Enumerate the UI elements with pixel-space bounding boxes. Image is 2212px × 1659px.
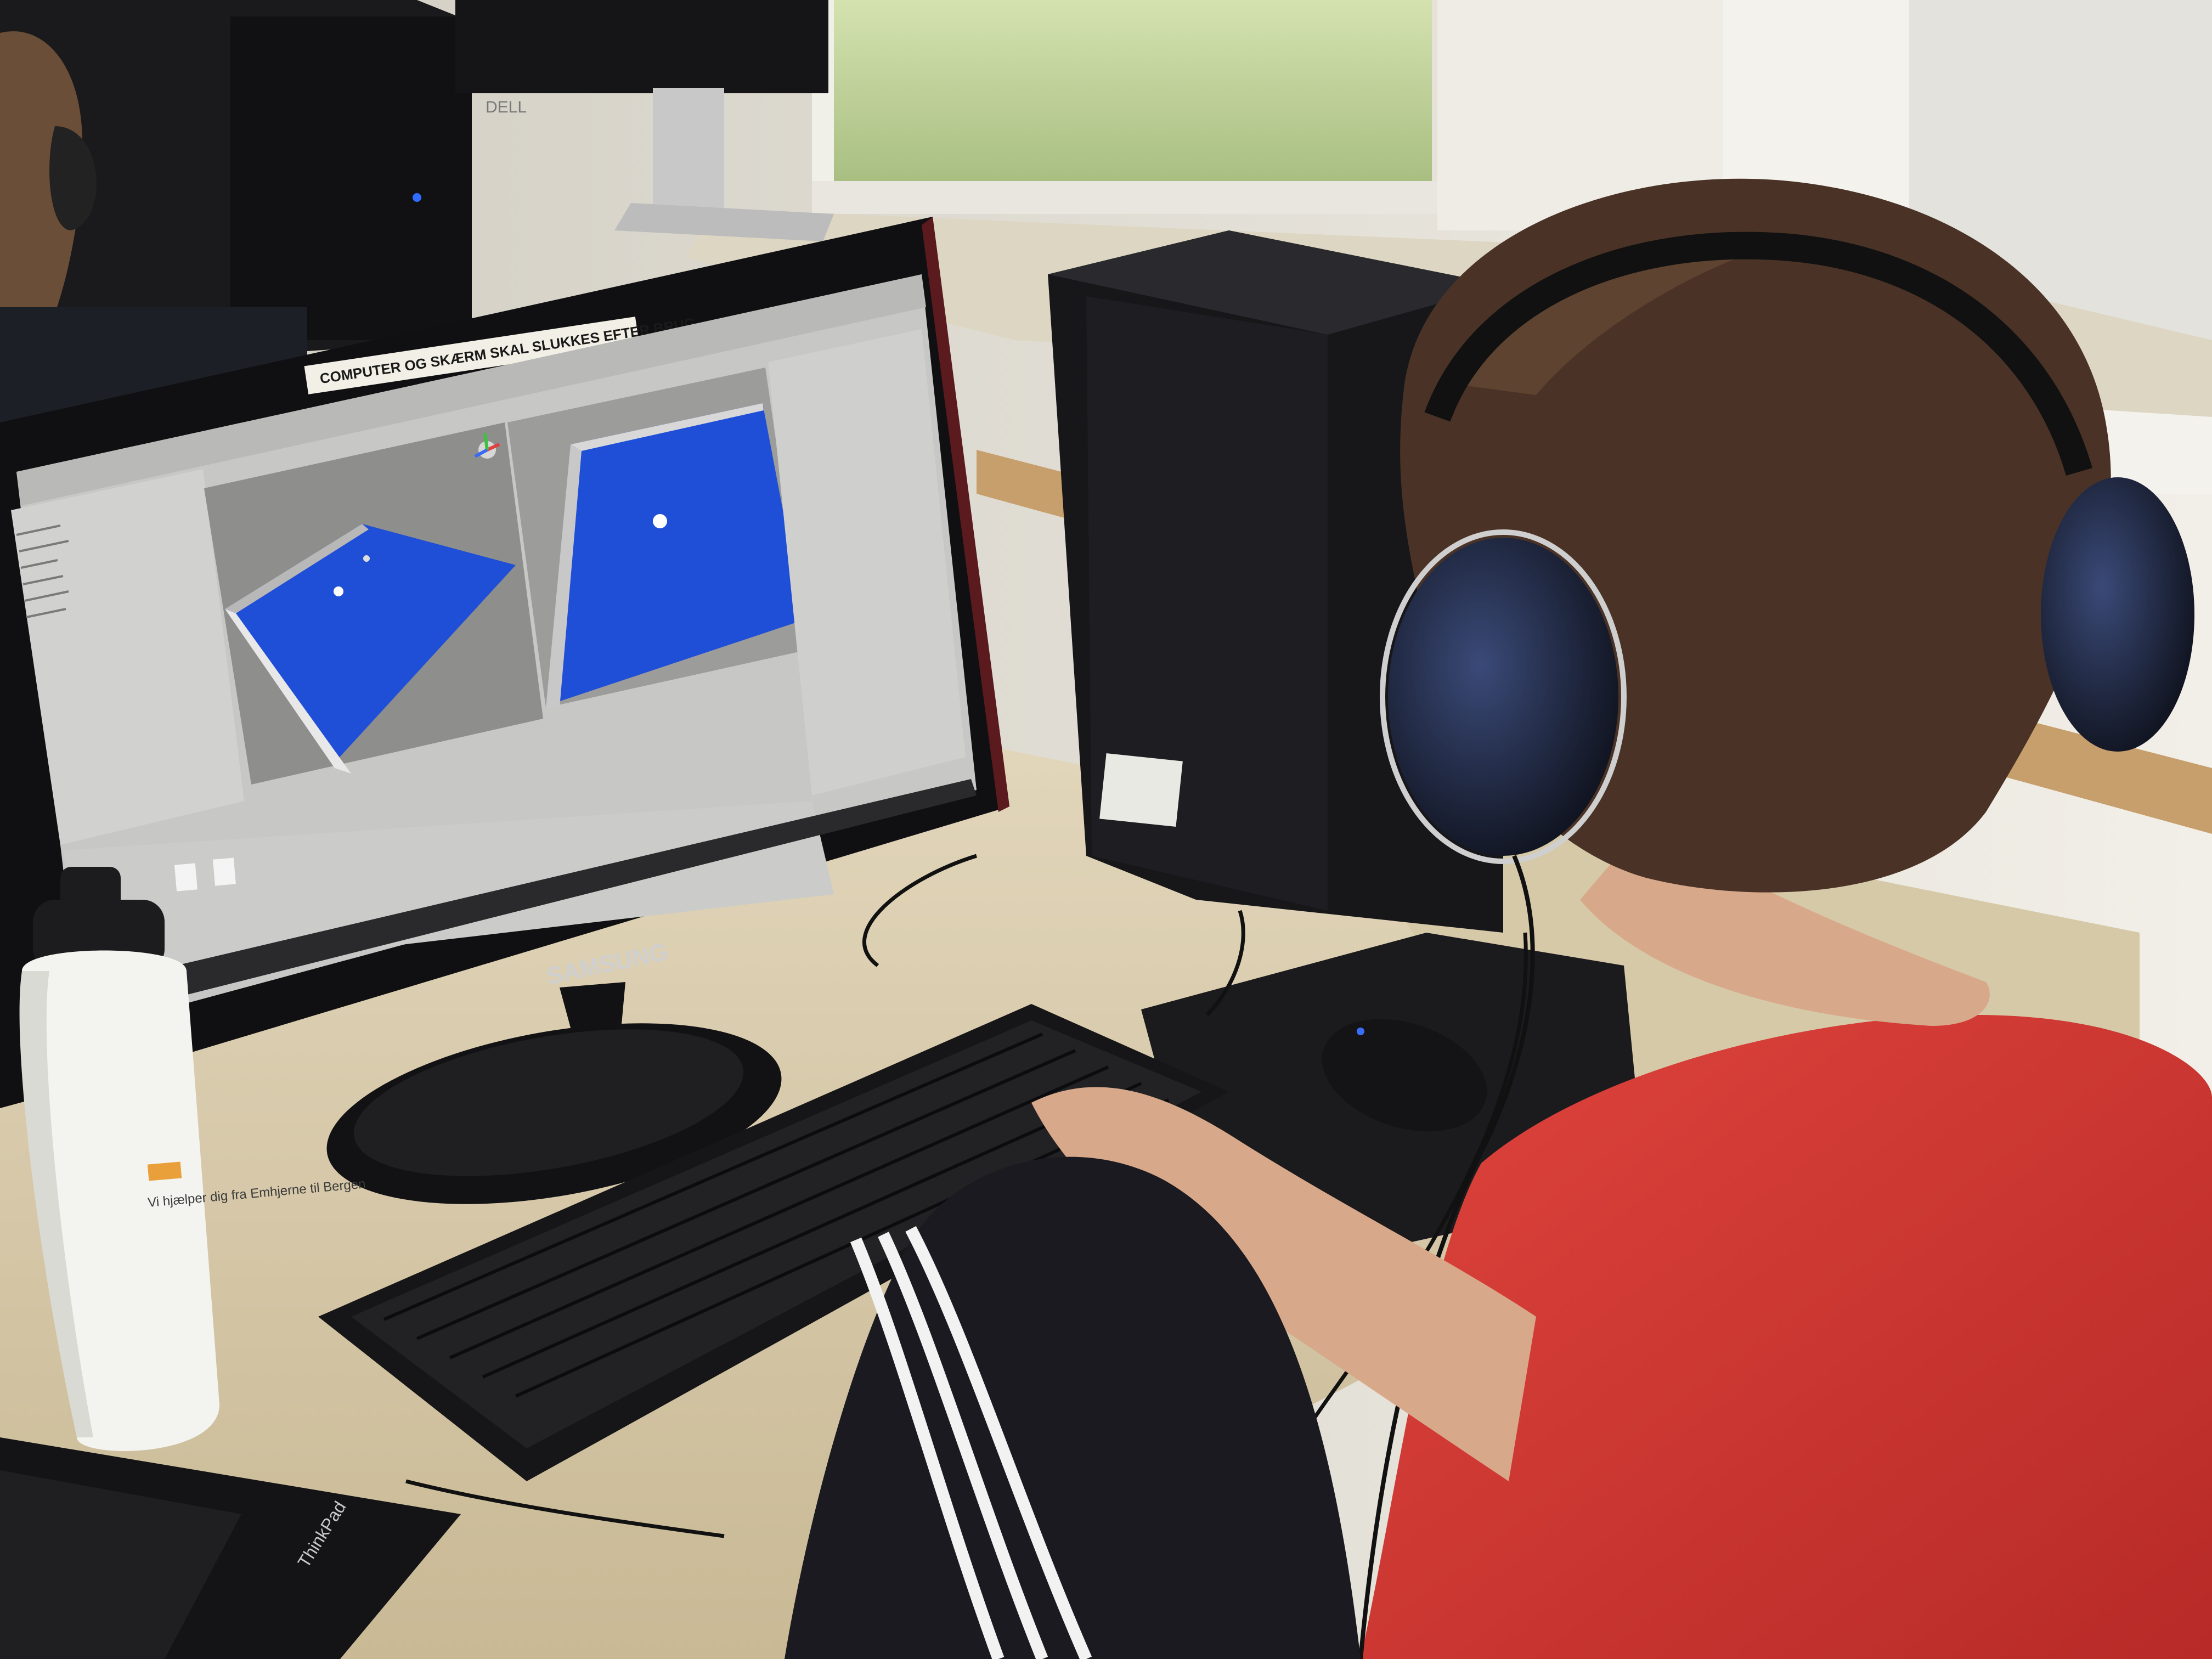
ball-game	[653, 514, 667, 528]
dell-logo-text: DELL	[486, 98, 527, 116]
photo-scene: DELL COMPUTER OG SKÆRM SKAL SLUKKES EFTE…	[0, 0, 2212, 1659]
ball-scene	[334, 586, 343, 596]
headphone-right-cup	[2041, 477, 2194, 752]
headphone-left-cup	[1388, 538, 1618, 856]
